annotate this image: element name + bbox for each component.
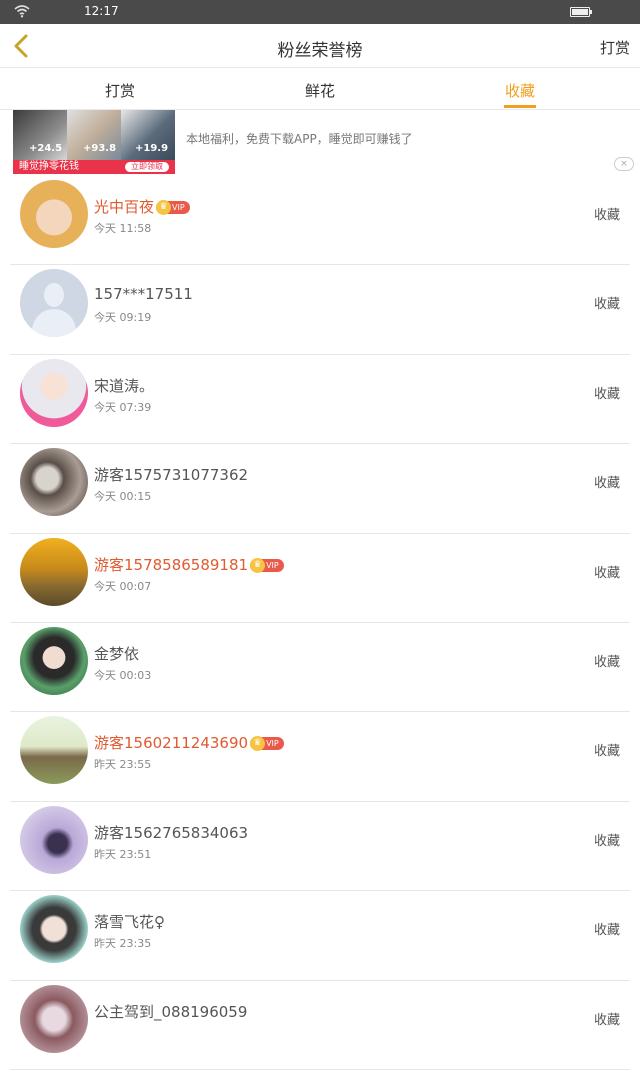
tab-reward[interactable]: 打赏 — [80, 80, 160, 101]
timestamp: 昨天 23:55 — [94, 758, 152, 772]
list-item[interactable]: 光中百夜 ♛ VIP 今天 11:58 收藏 — [10, 176, 630, 266]
list-item[interactable]: 宋道涛。 今天 07:39 收藏 — [10, 355, 630, 445]
action-label: 收藏 — [593, 923, 620, 939]
fan-list: 光中百夜 ♛ VIP 今天 11:58 收藏 157***17511 今天 09:1… — [0, 176, 640, 1070]
ad-banner[interactable]: +24.5 +93.8 +19.9 睡觉挣零花钱 立即领取 本地福利，免费下载A… — [0, 110, 640, 176]
vip-label: VIP — [172, 203, 185, 212]
tab-label: 打赏 — [104, 82, 135, 100]
user-name-text: 光中百夜 — [94, 198, 155, 216]
vip-badge: ♛ VIP — [250, 557, 284, 573]
list-item[interactable]: 游客1578586589181 ♛ VIP 今天 00:07 收藏 — [10, 534, 630, 623]
user-name: 游客1562765834063 — [94, 823, 249, 842]
tab-label: 鲜花 — [304, 82, 335, 100]
list-item[interactable]: 落雪飞花♀ 昨天 23:35 收藏 — [10, 891, 630, 981]
timestamp: 今天 00:03 — [94, 668, 152, 682]
vip-badge: ♛ VIP — [156, 200, 190, 215]
crown-icon: ♛ — [156, 200, 172, 215]
crown-icon: ♛ — [250, 736, 266, 752]
user-name-text: 游客1560211243690 — [94, 734, 249, 753]
status-bar: 12:17 — [0, 0, 640, 24]
avatar[interactable] — [20, 716, 88, 785]
ad-image[interactable]: +24.5 +93.8 +19.9 睡觉挣零花钱 立即领取 — [13, 110, 175, 174]
ad-banner-text: 睡觉挣零花钱 — [19, 161, 79, 172]
action-label: 收藏 — [593, 833, 620, 849]
reward-button[interactable]: 打赏 — [600, 37, 630, 58]
timestamp: 今天 07:39 — [94, 400, 152, 414]
timestamp: 今天 09:19 — [94, 311, 152, 325]
tab-bar: 打赏 鲜花 收藏 — [0, 68, 640, 110]
avatar[interactable] — [20, 358, 88, 427]
action-label: 收藏 — [593, 565, 620, 581]
active-tab-indicator — [504, 105, 536, 108]
page-title: 粉丝荣誉榜 — [277, 41, 363, 61]
crown-icon: ♛ — [250, 557, 266, 573]
ad-number: +93.8 — [83, 143, 117, 154]
tab-label: 收藏 — [504, 82, 535, 100]
timestamp: 今天 00:07 — [94, 579, 152, 593]
action-label: 收藏 — [593, 386, 620, 402]
list-item[interactable]: 公主驾到_088196059 收藏 — [10, 981, 630, 1070]
user-name: 宋道涛。 — [94, 376, 155, 395]
user-name: 游客1575731077362 — [94, 466, 249, 485]
list-item[interactable]: 游客1575731077362 今天 00:15 收藏 — [10, 444, 630, 534]
user-name: 游客1560211243690 ♛ VIP — [94, 732, 284, 753]
top-nav-bar: 粉丝荣誉榜 打赏 — [0, 24, 640, 68]
ad-number: +19.9 — [135, 143, 169, 154]
vip-label: VIP — [266, 739, 279, 749]
user-name: 金梦依 — [94, 644, 140, 663]
ad-claim-button[interactable]: 立即领取 — [125, 162, 169, 172]
action-label: 收藏 — [593, 208, 620, 223]
vip-label: VIP — [266, 560, 279, 570]
avatar[interactable] — [20, 895, 88, 964]
tab-favorites[interactable]: 收藏 — [480, 80, 560, 108]
avatar[interactable] — [20, 448, 88, 517]
ad-red-bar: 睡觉挣零花钱 立即领取 — [13, 160, 175, 174]
ad-number: +24.5 — [29, 143, 63, 154]
user-name: 光中百夜 ♛ VIP — [94, 196, 190, 217]
timestamp: 昨天 23:35 — [94, 937, 152, 951]
list-item[interactable]: 157***17511 今天 09:19 收藏 — [10, 265, 630, 355]
wifi-icon — [14, 5, 30, 18]
default-avatar-icon[interactable] — [20, 269, 88, 338]
list-item[interactable]: 金梦依 今天 00:03 收藏 — [10, 623, 630, 713]
user-name: 公主驾到_088196059 — [94, 1002, 248, 1021]
avatar[interactable] — [20, 180, 88, 248]
avatar[interactable] — [20, 537, 88, 606]
action-label: 收藏 — [593, 1012, 620, 1028]
user-name: 157***17511 — [94, 285, 193, 304]
timestamp: 今天 00:15 — [94, 490, 152, 504]
vip-badge: ♛ VIP — [250, 736, 284, 752]
avatar[interactable] — [20, 626, 88, 695]
list-item[interactable]: 游客1560211243690 ♛ VIP 昨天 23:55 收藏 — [10, 712, 630, 802]
ad-close-icon[interactable]: × — [614, 157, 634, 171]
action-label: 收藏 — [593, 744, 620, 760]
avatar[interactable] — [20, 805, 88, 874]
timestamp: 昨天 23:51 — [94, 847, 152, 861]
action-label: 收藏 — [593, 297, 620, 313]
user-name: 游客1578586589181 ♛ VIP — [94, 554, 284, 575]
ad-text[interactable]: 本地福利，免费下载APP，睡觉即可赚钱了 — [186, 130, 413, 147]
avatar[interactable] — [20, 984, 88, 1053]
tab-flowers[interactable]: 鲜花 — [280, 80, 360, 101]
user-name-text: 游客1578586589181 — [94, 555, 249, 574]
action-label: 收藏 — [593, 654, 620, 670]
action-label: 收藏 — [593, 476, 620, 492]
status-time: 12:17 — [84, 4, 119, 18]
user-name: 落雪飞花♀ — [94, 913, 165, 932]
list-item[interactable]: 游客1562765834063 昨天 23:51 收藏 — [10, 802, 630, 892]
timestamp: 今天 11:58 — [94, 222, 152, 235]
